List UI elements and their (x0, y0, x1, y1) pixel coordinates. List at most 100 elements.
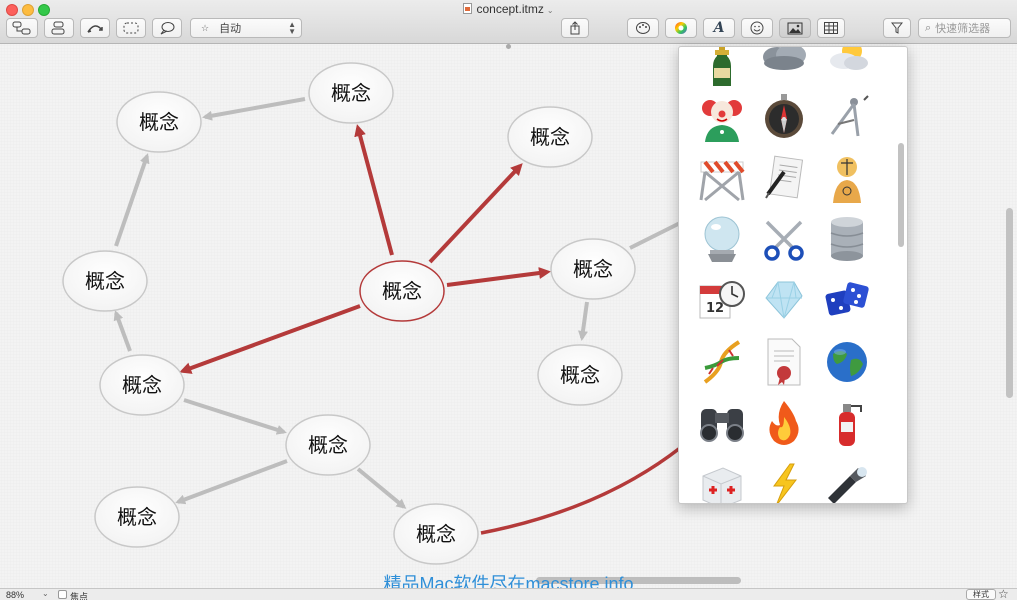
share-button[interactable] (561, 18, 589, 38)
share-icon (570, 21, 580, 35)
link-lower-left-to-left (113, 310, 132, 352)
topic-label: 概念 (139, 110, 179, 134)
split-handle[interactable] (506, 44, 511, 49)
chevron-down-icon: ⌄ (546, 6, 554, 15)
sun-cloud-icon[interactable] (819, 47, 875, 81)
topic-right[interactable]: 概念 (550, 238, 636, 300)
filter-button[interactable] (883, 18, 911, 38)
topic-label: 概念 (85, 269, 125, 293)
window-titlebar: concept.itmz ⌄ ☆ 自动 ▲ ▼ A ⌕ 快速筛选器 (0, 0, 1017, 44)
flashlight-icon[interactable] (819, 457, 875, 503)
topic-label: 概念 (560, 363, 600, 387)
binoculars-icon[interactable] (694, 395, 750, 451)
road-barrier-icon[interactable] (694, 150, 750, 206)
lightning-icon[interactable] (756, 457, 812, 503)
diamond-icon[interactable] (756, 272, 812, 328)
focus-label: 焦点 (70, 592, 89, 600)
drawing-compass-icon[interactable] (819, 89, 875, 145)
fire-extinguisher-icon[interactable] (819, 395, 875, 451)
calendar-clock-icon[interactable]: 12 (694, 272, 750, 328)
scissors-icon[interactable] (756, 211, 812, 267)
style-select-value: 自动 (219, 23, 242, 35)
quick-filter-placeholder: 快速筛选器 (935, 23, 991, 35)
star-icon[interactable]: ☆ (998, 587, 1009, 600)
crash-test-dummy-icon[interactable] (819, 150, 875, 206)
topic-bottom-mid[interactable]: 概念 (285, 414, 371, 476)
search-icon: ⌕ (925, 21, 932, 34)
canvas-vertical-scrollbar[interactable] (1006, 208, 1013, 398)
quick-filter-input[interactable]: ⌕ 快速筛选器 (918, 18, 1011, 38)
callout-icon (160, 22, 175, 35)
topic-left[interactable]: 概念 (62, 250, 148, 312)
style-select[interactable]: ☆ 自动 ▲ ▼ (190, 18, 302, 38)
style-button[interactable]: 样式 (966, 589, 996, 600)
topic-label: 概念 (573, 257, 613, 281)
topic-lower-left[interactable]: 概念 (99, 354, 185, 416)
add-relationship-button[interactable] (80, 18, 110, 38)
document-title[interactable]: concept.itmz ⌄ (0, 2, 1017, 16)
fire-icon[interactable] (756, 395, 812, 451)
emoji-button[interactable] (741, 18, 773, 38)
topic-bottom[interactable]: 概念 (393, 503, 479, 565)
image-icon (787, 22, 803, 34)
add-topic-icon (12, 21, 31, 35)
topic-bottom-left[interactable]: 概念 (94, 486, 180, 548)
link-lower-left-to-bottom-mid (183, 398, 287, 435)
globe-icon[interactable] (819, 334, 875, 390)
link-center-to-right (446, 267, 551, 287)
topic-label: 概念 (308, 433, 348, 457)
chevron-down-icon[interactable]: ⌄ (42, 589, 49, 598)
topic-label: 概念 (117, 505, 157, 529)
add-topic-button[interactable] (6, 18, 38, 38)
clown-icon[interactable] (694, 89, 750, 145)
focus-checkbox[interactable] (58, 590, 67, 599)
dice-icon[interactable] (819, 272, 875, 328)
zoom-level[interactable]: 88% (6, 590, 24, 600)
first-aid-kit-icon[interactable] (694, 457, 750, 503)
add-subtopic-icon (51, 21, 65, 35)
champagne-bottle-icon[interactable] (694, 47, 750, 91)
topic-top[interactable]: 概念 (308, 62, 394, 124)
add-boundary-button[interactable] (116, 18, 146, 38)
table-button[interactable] (817, 18, 845, 38)
popover-scrollbar[interactable] (898, 143, 904, 247)
svg-text:12: 12 (706, 301, 724, 316)
topic-label: 概念 (331, 81, 371, 105)
certificate-icon[interactable] (756, 334, 812, 390)
color-button[interactable] (665, 18, 697, 38)
database-icon[interactable] (819, 211, 875, 267)
document-title-text: concept.itmz (476, 2, 544, 16)
topic-right-below[interactable]: 概念 (537, 344, 623, 406)
crystal-ball-icon[interactable] (694, 211, 750, 267)
compass-icon[interactable] (756, 89, 812, 145)
document-icon (463, 3, 473, 14)
palette-icon (636, 22, 650, 34)
topic-label: 概念 (530, 125, 570, 149)
link-left-to-top-left (114, 153, 150, 247)
link-center-to-lower-left (179, 304, 361, 374)
status-bar: 88% ⌄ 焦点 样式 ☆ (0, 587, 1017, 600)
table-icon (824, 22, 838, 34)
star-icon: ☆ (201, 22, 210, 33)
topic-top-left[interactable]: 概念 (116, 91, 202, 153)
contract-pen-icon[interactable] (756, 150, 812, 206)
relationship-curve (480, 446, 682, 535)
link-bottom-mid-to-bottom (356, 467, 407, 509)
image-library-popover: 12 (678, 46, 908, 504)
add-subtopic-button[interactable] (44, 18, 74, 38)
link-bottom-mid-to-bottom-left (175, 459, 288, 505)
link-top-to-top-left (202, 97, 306, 121)
link-right-to-right-below (578, 301, 589, 341)
add-callout-button[interactable] (152, 18, 182, 38)
image-button[interactable] (779, 18, 811, 38)
smiley-icon (750, 21, 764, 35)
dna-icon[interactable] (694, 334, 750, 390)
storm-cloud-icon[interactable] (756, 47, 812, 81)
topic-label: 概念 (122, 373, 162, 397)
central-topic[interactable]: 概念 (359, 260, 445, 322)
topic-top-right[interactable]: 概念 (507, 106, 593, 168)
font-button[interactable]: A (703, 18, 735, 38)
theme-button[interactable] (627, 18, 659, 38)
up-down-arrows-icon: ▲ ▼ (288, 20, 296, 36)
color-wheel-icon (675, 22, 687, 34)
